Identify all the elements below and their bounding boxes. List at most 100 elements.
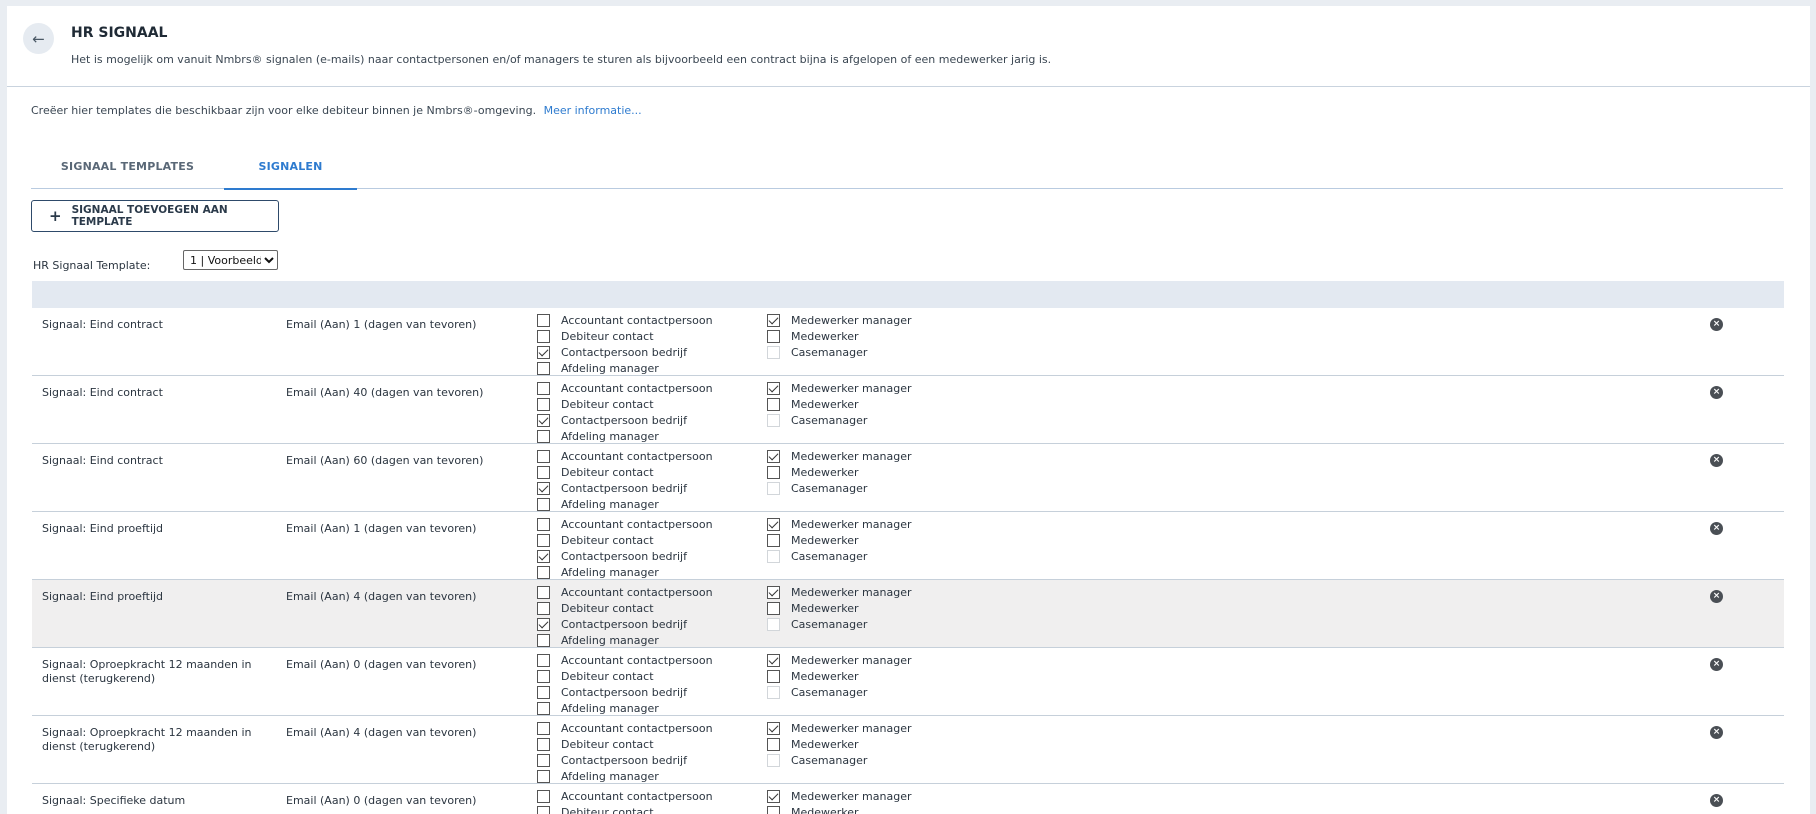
recipient-checkbox[interactable] [767,737,780,751]
recipient-label: Afdeling manager [561,701,659,715]
delete-icon[interactable]: × [1710,658,1723,671]
recipient-label: Casemanager [791,345,868,359]
delete-icon[interactable]: × [1710,522,1723,535]
delete-icon[interactable]: × [1710,386,1723,399]
signal-email: Email (Aan) 4 (dagen van tevoren) [286,590,477,603]
recipient-checkbox[interactable] [537,345,550,359]
recipient-checkbox[interactable] [537,753,550,767]
recipient-option: Debiteur contact [537,396,713,412]
recipient-checkbox[interactable] [767,397,780,411]
signal-email: Email (Aan) 1 (dagen van tevoren) [286,318,477,331]
table-header [32,281,1784,308]
tab-signaal-templates[interactable]: SIGNAAL TEMPLATES [31,144,224,189]
recipient-column: Accountant contactpersoon Debiteur contac… [537,448,713,512]
recipient-checkbox[interactable] [537,601,550,615]
recipient-option: Medewerker [767,804,912,814]
recipient-checkbox[interactable] [767,313,780,327]
recipient-label: Debiteur contact [561,601,654,615]
recipient-checkbox[interactable] [537,413,550,427]
recipient-checkbox[interactable] [767,789,780,803]
delete-icon[interactable]: × [1710,318,1723,331]
recipient-checkbox[interactable] [537,549,550,563]
recipient-checkbox[interactable] [537,465,550,479]
recipient-checkbox[interactable] [767,669,780,683]
page-header: ← HR SIGNAAL Het is mogelijk om vanuit N… [7,6,1810,87]
recipient-checkbox[interactable] [767,721,780,735]
recipient-checkbox[interactable] [537,737,550,751]
delete-icon[interactable]: × [1710,726,1723,739]
recipient-checkbox[interactable] [537,481,550,495]
recipient-checkbox[interactable] [767,585,780,599]
recipient-label: Accountant contactpersoon [561,449,713,463]
recipient-label: Debiteur contact [561,397,654,411]
table-row: Signaal: Oproepkracht 12 maanden in dien… [32,716,1784,784]
page-title: HR SIGNAAL [71,25,168,41]
recipient-checkbox[interactable] [537,381,550,395]
table-row: Signaal: Eind contract Email (Aan) 60 (da… [32,444,1784,512]
tab-signalen[interactable]: SIGNALEN [224,144,357,190]
recipient-checkbox[interactable] [537,533,550,547]
recipient-checkbox[interactable] [537,789,550,803]
table-row: Signaal: Eind proeftijd Email (Aan) 1 (da… [32,512,1784,580]
recipient-checkbox[interactable] [537,397,550,411]
recipient-checkbox [767,345,780,359]
recipient-checkbox[interactable] [537,685,550,699]
signal-name: Signaal: Oproepkracht 12 maanden in dien… [42,658,252,685]
delete-icon[interactable]: × [1710,590,1723,603]
recipient-checkbox[interactable] [767,601,780,615]
intro-text: Creëer hier templates die beschikbaar zi… [31,104,642,117]
recipient-label: Contactpersoon bedrijf [561,617,687,631]
recipient-checkbox[interactable] [537,701,550,715]
recipient-checkbox[interactable] [767,533,780,547]
recipient-checkbox[interactable] [537,669,550,683]
recipient-checkbox[interactable] [537,805,550,814]
recipient-checkbox[interactable] [767,449,780,463]
recipient-checkbox[interactable] [537,653,550,667]
signal-email: Email (Aan) 40 (dagen van tevoren) [286,386,484,399]
recipient-checkbox[interactable] [767,329,780,343]
recipient-checkbox[interactable] [537,329,550,343]
delete-icon[interactable]: × [1710,794,1723,807]
recipient-label: Medewerker manager [791,313,912,327]
recipient-checkbox[interactable] [767,465,780,479]
recipient-option: Contactpersoon bedrijf [537,684,713,700]
signal-name: Signaal: Eind contract [42,318,163,331]
signal-name: Signaal: Eind contract [42,454,163,467]
recipient-label: Accountant contactpersoon [561,313,713,327]
back-button[interactable]: ← [23,23,54,54]
recipient-column: Accountant contactpersoon Debiteur contac… [537,720,713,784]
recipient-checkbox[interactable] [537,585,550,599]
recipient-checkbox [767,549,780,563]
recipient-label: Debiteur contact [561,465,654,479]
recipient-checkbox[interactable] [537,517,550,531]
recipient-column: Accountant contactpersoon Debiteur contac… [537,380,713,444]
delete-icon[interactable]: × [1710,454,1723,467]
recipient-checkbox[interactable] [537,429,550,443]
recipient-checkbox[interactable] [537,633,550,647]
recipient-checkbox[interactable] [537,617,550,631]
recipient-checkbox[interactable] [537,497,550,511]
add-signal-button[interactable]: + SIGNAAL TOEVOEGEN AAN TEMPLATE [31,200,279,232]
recipient-option: Medewerker [767,668,912,684]
recipient-option: Contactpersoon bedrijf [537,480,713,496]
recipient-checkbox[interactable] [537,449,550,463]
recipient-checkbox[interactable] [767,653,780,667]
recipient-label: Afdeling manager [561,429,659,443]
recipient-checkbox[interactable] [537,565,550,579]
recipient-checkbox [767,481,780,495]
recipient-option: Afdeling manager [537,360,713,376]
recipient-option: Medewerker manager [767,788,912,804]
recipient-checkbox[interactable] [767,517,780,531]
recipient-label: Debiteur contact [561,805,654,814]
signal-name: Signaal: Oproepkracht 12 maanden in dien… [42,726,252,753]
recipient-checkbox[interactable] [537,769,550,783]
recipient-checkbox[interactable] [767,805,780,814]
recipient-checkbox[interactable] [767,381,780,395]
recipient-label: Medewerker manager [791,789,912,803]
recipient-checkbox[interactable] [537,313,550,327]
more-info-link[interactable]: Meer informatie... [544,104,642,117]
template-select[interactable]: 1 | Voorbeeld [183,250,278,270]
recipient-checkbox[interactable] [537,721,550,735]
recipient-checkbox[interactable] [537,361,550,375]
recipient-label: Medewerker [791,805,859,814]
